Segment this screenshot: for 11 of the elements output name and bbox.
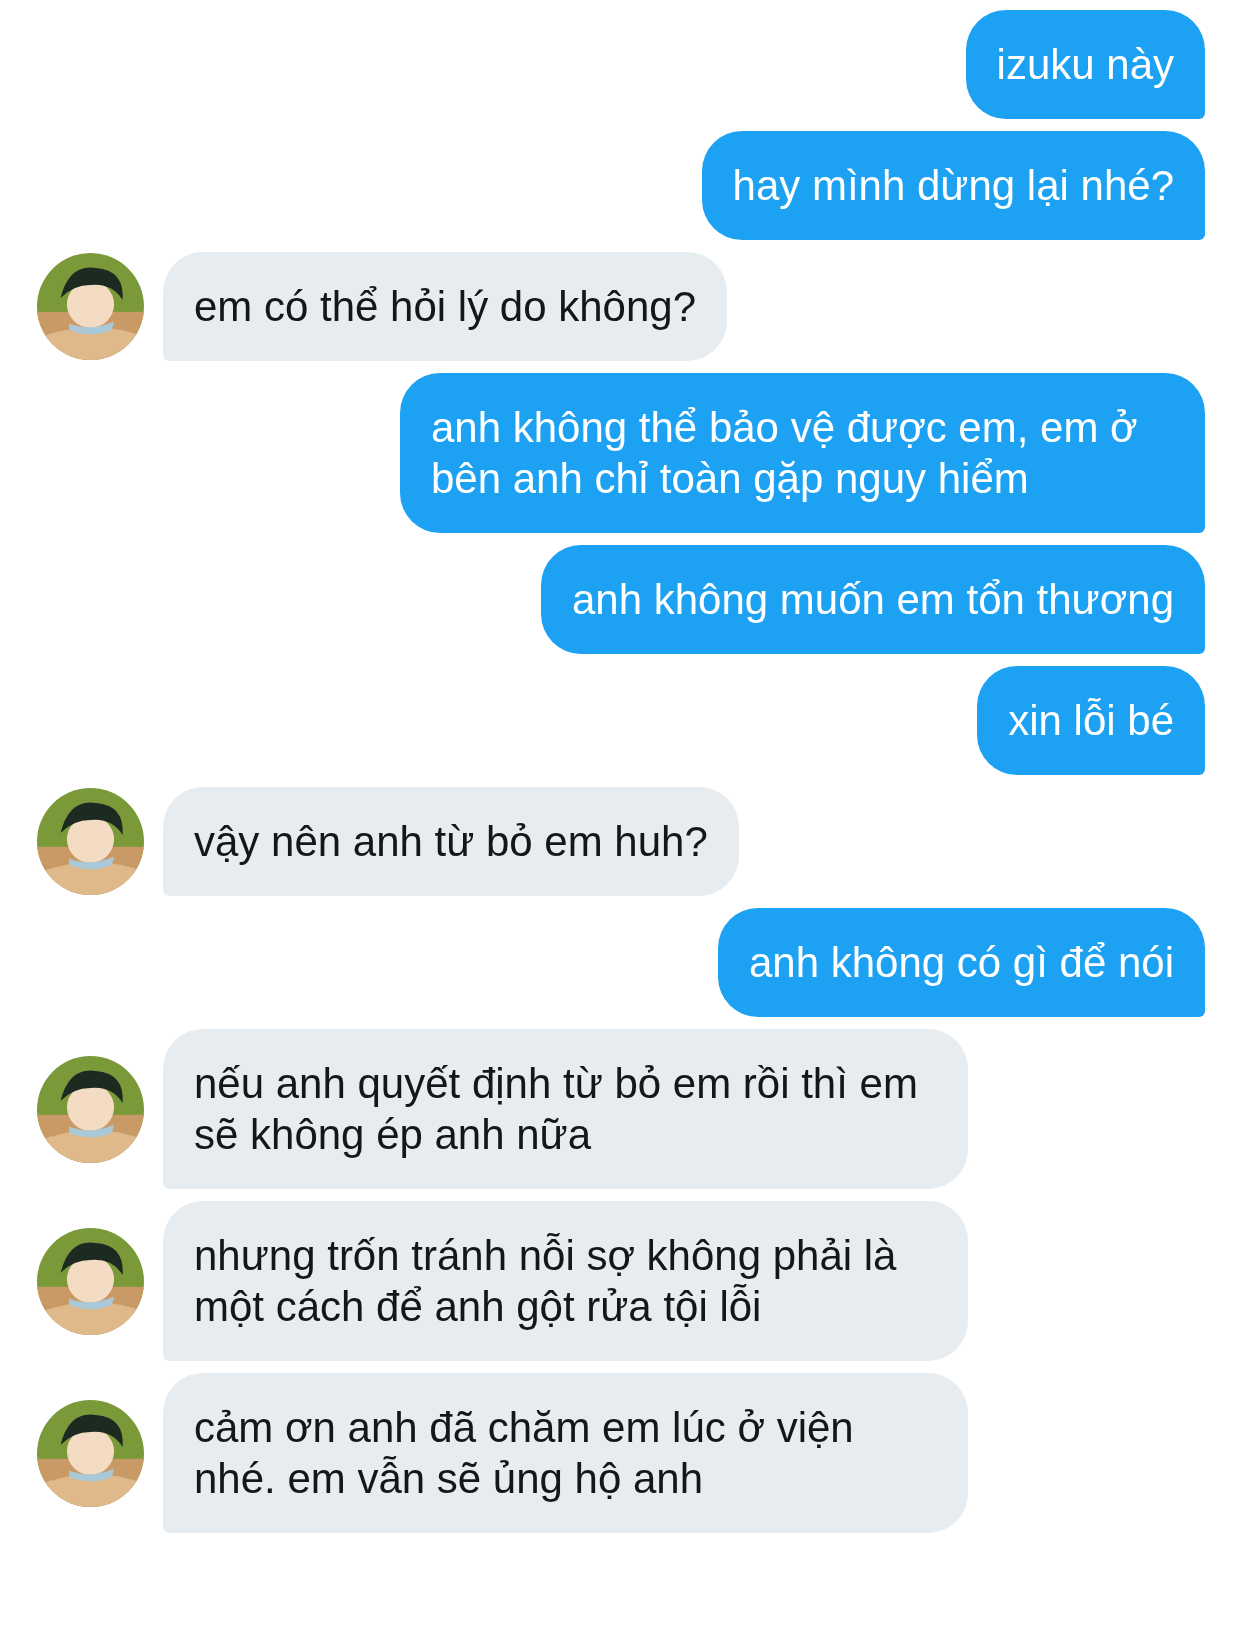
received-message: nếu anh quyết định từ bỏ em rồi thì em sẽ không ép anh nữa	[163, 1029, 968, 1189]
sent-message: hay mình dừng lại nhé?	[701, 131, 1205, 240]
sent-message: xin lỗi bé	[977, 666, 1205, 775]
received-message: cảm ơn anh đã chăm em lúc ở viện nhé. em vẫn sẽ ủng hộ anh	[163, 1373, 968, 1533]
received-message: vậy nên anh từ bỏ em huh?	[163, 787, 739, 896]
received-message: nhưng trốn tránh nỗi sợ không phải là một cách để anh gột rửa tội lỗi	[163, 1201, 968, 1361]
received-message: em có thể hỏi lý do không?	[163, 252, 727, 361]
sent-message: anh không có gì để nói	[718, 908, 1205, 1017]
sent-message: anh không muốn em tổn thương	[540, 545, 1205, 654]
sent-message: anh không thể bảo vệ được em, em ở bên anh chỉ toàn gặp nguy hiểm	[400, 373, 1205, 533]
sent-message: izuku này	[965, 10, 1205, 119]
